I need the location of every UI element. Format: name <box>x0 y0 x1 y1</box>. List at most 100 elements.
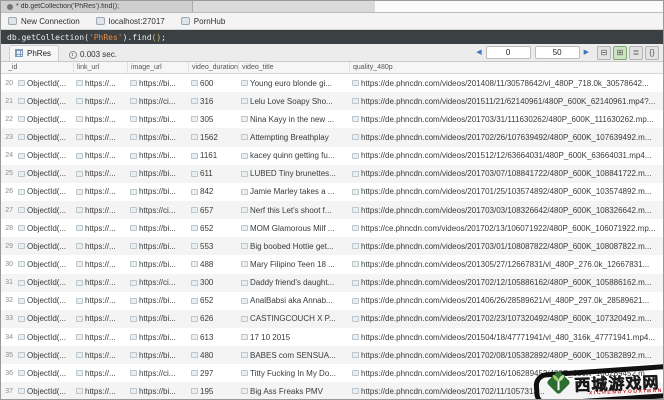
cell-id[interactable]: 29ObjectId(... <box>1 237 73 255</box>
table-row[interactable]: 25ObjectId(...https://...https://bi...61… <box>1 165 663 183</box>
tree-view-button[interactable]: ⊟ <box>597 46 611 60</box>
cell-id[interactable]: 33ObjectId(... <box>1 310 73 328</box>
table-row[interactable]: 37ObjectId(...https://...https://bi...19… <box>1 382 663 400</box>
cell-duration[interactable]: 480 <box>188 346 238 364</box>
cell-id[interactable]: 26ObjectId(... <box>1 183 73 201</box>
query-editor[interactable]: db.getCollection('PhRes').find(); <box>1 30 663 44</box>
cell-id[interactable]: 32ObjectId(... <box>1 292 73 310</box>
cell-quality-480p[interactable]: https://de.phncdn.com/videos/201702/26/1… <box>349 128 663 146</box>
cell-image-url[interactable]: https://bi... <box>127 292 188 310</box>
table-row[interactable]: 31ObjectId(...https://...https://ci...30… <box>1 274 663 292</box>
cell-id[interactable]: 22ObjectId(... <box>1 110 73 128</box>
cell-title[interactable]: AnalBabsi aka Annab... <box>238 292 349 310</box>
column-header-video_title[interactable]: video_title <box>238 62 349 73</box>
cell-title[interactable]: Jamie Marley takes a ... <box>238 183 349 201</box>
column-header-link_url[interactable]: link_url <box>73 62 127 73</box>
table-row[interactable]: 35ObjectId(...https://...https://bi...48… <box>1 346 663 364</box>
cell-id[interactable]: 20ObjectId(... <box>1 74 73 92</box>
cell-duration[interactable]: 488 <box>188 255 238 273</box>
column-header-video_duration[interactable]: video_duration <box>188 62 238 73</box>
cell-id[interactable]: 21ObjectId(... <box>1 92 73 110</box>
left-arrow-icon[interactable]: ◀ <box>476 49 481 56</box>
table-row[interactable]: 28ObjectId(...https://...https://bi...65… <box>1 219 663 237</box>
table-row[interactable]: 36ObjectId(...https://...https://ci...29… <box>1 364 663 382</box>
cell-title[interactable]: Lelu Love Soapy Sho... <box>238 92 349 110</box>
cell-link-url[interactable]: https://... <box>73 292 127 310</box>
cell-link-url[interactable]: https://... <box>73 110 127 128</box>
cell-title[interactable]: 17 10 2015 <box>238 328 349 346</box>
table-row[interactable]: 32ObjectId(...https://...https://bi...65… <box>1 292 663 310</box>
cell-title[interactable]: MOM Glamorous Milf ... <box>238 219 349 237</box>
cell-link-url[interactable]: https://... <box>73 274 127 292</box>
cell-quality-480p[interactable]: https://de.phncdn.com/videos/201406/26/2… <box>349 292 663 310</box>
cell-quality-480p[interactable]: https://ce.phncdn.com/videos/201702/13/1… <box>349 219 663 237</box>
cell-image-url[interactable]: https://bi... <box>127 110 188 128</box>
cell-quality-480p[interactable]: https://de.phncdn.com/videos/201305/27/1… <box>349 255 663 273</box>
cell-title[interactable]: Attempting Breathplay <box>238 128 349 146</box>
cell-image-url[interactable]: https://ci... <box>127 201 188 219</box>
cell-title[interactable]: Daddy friend's daught... <box>238 274 349 292</box>
cell-link-url[interactable]: https://... <box>73 346 127 364</box>
cell-id[interactable]: 23ObjectId(... <box>1 128 73 146</box>
cell-duration[interactable]: 316 <box>188 92 238 110</box>
cell-image-url[interactable]: https://ci... <box>127 274 188 292</box>
cell-title[interactable]: BABES com SENSUA... <box>238 346 349 364</box>
cell-title[interactable]: CASTINGCOUCH X P... <box>238 310 349 328</box>
cell-duration[interactable]: 652 <box>188 292 238 310</box>
breadcrumb-item-pornhub[interactable]: PornHub <box>181 17 226 26</box>
cell-image-url[interactable]: https://bi... <box>127 165 188 183</box>
cell-id[interactable]: 34ObjectId(... <box>1 328 73 346</box>
cell-id[interactable]: 25ObjectId(... <box>1 165 73 183</box>
cell-link-url[interactable]: https://... <box>73 310 127 328</box>
cell-image-url[interactable]: https://bi... <box>127 128 188 146</box>
cell-image-url[interactable]: https://bi... <box>127 147 188 165</box>
cell-link-url[interactable]: https://... <box>73 165 127 183</box>
cell-id[interactable]: 35ObjectId(... <box>1 346 73 364</box>
cell-duration[interactable]: 613 <box>188 328 238 346</box>
cell-image-url[interactable]: https://bi... <box>127 183 188 201</box>
cell-title[interactable]: Nerf this Let's shoot f... <box>238 201 349 219</box>
cell-id[interactable]: 30ObjectId(... <box>1 255 73 273</box>
cell-title[interactable]: LUBED Tiny brunettes... <box>238 165 349 183</box>
cell-title[interactable]: kacey quinn getting fu... <box>238 147 349 165</box>
table-row[interactable]: 30ObjectId(...https://...https://bi...48… <box>1 255 663 273</box>
cell-link-url[interactable]: https://... <box>73 183 127 201</box>
breadcrumb-item-localhost-27017[interactable]: localhost:27017 <box>96 17 165 26</box>
cell-link-url[interactable]: https://... <box>73 255 127 273</box>
table-row[interactable]: 20ObjectId(...https://...https://bi...60… <box>1 74 663 92</box>
cell-image-url[interactable]: https://ci... <box>127 364 188 382</box>
table-row[interactable]: 23ObjectId(...https://...https://bi...15… <box>1 128 663 146</box>
cell-duration[interactable]: 1161 <box>188 147 238 165</box>
cell-title[interactable]: Big boobed Hottie get... <box>238 237 349 255</box>
table-row[interactable]: 33ObjectId(...https://...https://bi...62… <box>1 310 663 328</box>
cell-link-url[interactable]: https://... <box>73 382 127 400</box>
cell-duration[interactable]: 626 <box>188 310 238 328</box>
cell-title[interactable]: Young euro blonde gi... <box>238 74 349 92</box>
cell-quality-480p[interactable]: https://de.phncdn.com/videos/201504/18/4… <box>349 328 663 346</box>
table-row[interactable]: 27ObjectId(...https://...https://ci...65… <box>1 201 663 219</box>
table-row[interactable]: 34ObjectId(...https://...https://bi...61… <box>1 328 663 346</box>
cell-title[interactable]: Titty Fucking In My Do... <box>238 364 349 382</box>
cell-quality-480p[interactable]: https://de.phncdn.com/videos/201408/11/3… <box>349 74 663 92</box>
cell-image-url[interactable]: https://bi... <box>127 310 188 328</box>
cell-image-url[interactable]: https://bi... <box>127 74 188 92</box>
cell-duration[interactable]: 600 <box>188 74 238 92</box>
cell-quality-480p[interactable]: https://de.phncdn.com/videos/201703/03/1… <box>349 201 663 219</box>
cell-duration[interactable]: 553 <box>188 237 238 255</box>
text-view-button[interactable]: ≣ <box>629 46 643 60</box>
table-row[interactable]: 29ObjectId(...https://...https://bi...55… <box>1 237 663 255</box>
cell-id[interactable]: 37ObjectId(... <box>1 382 73 400</box>
column-header-quality_480p[interactable]: quality_480p <box>349 62 663 73</box>
cell-link-url[interactable]: https://... <box>73 219 127 237</box>
cell-duration[interactable]: 297 <box>188 364 238 382</box>
cell-quality-480p[interactable]: https://de.phncdn.com/videos/201701/25/1… <box>349 183 663 201</box>
right-arrow-icon[interactable]: ▶ <box>584 49 589 56</box>
table-row[interactable]: 21ObjectId(...https://...https://ci...31… <box>1 92 663 110</box>
cell-duration[interactable]: 652 <box>188 219 238 237</box>
column-header-_id[interactable]: _id <box>1 62 73 73</box>
collection-result-tab[interactable]: PhRes <box>9 45 59 61</box>
cell-link-url[interactable]: https://... <box>73 128 127 146</box>
cell-image-url[interactable]: https://bi... <box>127 237 188 255</box>
cell-link-url[interactable]: https://... <box>73 201 127 219</box>
cell-quality-480p[interactable]: https://de.phncdn.com/videos/201702/12/1… <box>349 274 663 292</box>
